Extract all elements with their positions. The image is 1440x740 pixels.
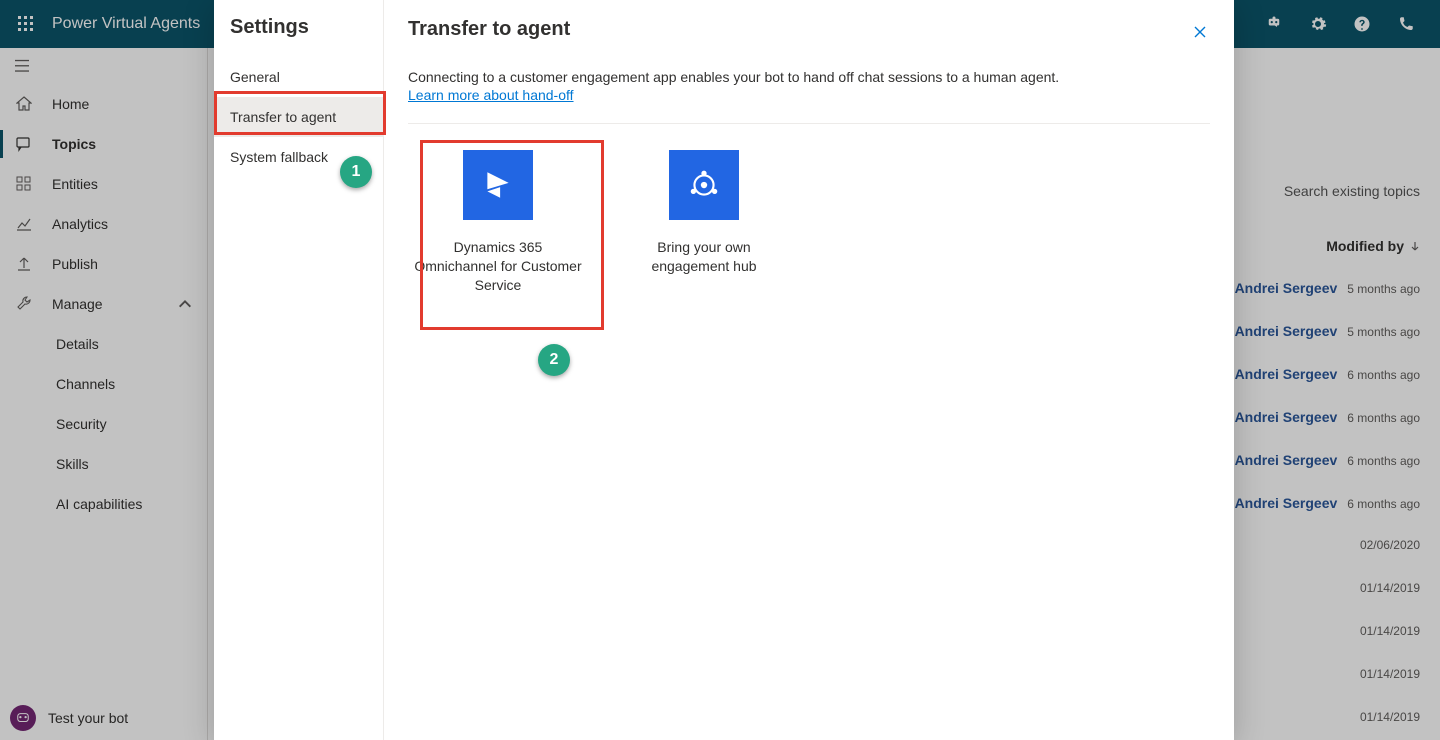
- card-bring-your-own[interactable]: Bring your own engagement hub: [614, 146, 794, 299]
- panel-description: Connecting to a customer engagement app …: [408, 69, 1210, 85]
- close-button[interactable]: [1184, 16, 1216, 48]
- settings-tab-fallback[interactable]: System fallback: [214, 137, 383, 177]
- card-dynamics-365[interactable]: Dynamics 365 Omnichannel for Customer Se…: [408, 146, 588, 299]
- settings-tab-general[interactable]: General: [214, 57, 383, 97]
- settings-panel: Settings General Transfer to agent Syste…: [214, 0, 1234, 740]
- dynamics-365-icon: [463, 150, 533, 220]
- page-title: Transfer to agent: [408, 18, 1210, 41]
- settings-sidebar: Settings General Transfer to agent Syste…: [214, 0, 384, 740]
- card-bring-your-own-label: Bring your own engagement hub: [618, 238, 790, 276]
- settings-main: Transfer to agent Connecting to a custom…: [384, 0, 1234, 740]
- learn-more-link[interactable]: Learn more about hand-off: [408, 87, 574, 103]
- settings-title: Settings: [214, 16, 383, 57]
- close-icon: [1192, 24, 1208, 40]
- divider: [408, 123, 1210, 124]
- card-dynamics-365-label: Dynamics 365 Omnichannel for Customer Se…: [412, 238, 584, 295]
- engagement-hub-icon: [669, 150, 739, 220]
- settings-tab-transfer[interactable]: Transfer to agent: [214, 97, 383, 137]
